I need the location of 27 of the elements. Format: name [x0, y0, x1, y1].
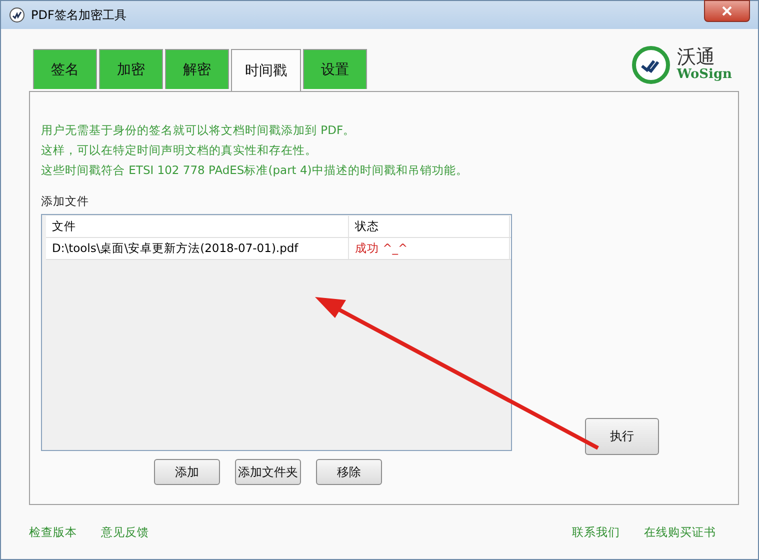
logo-brand: WoSign [676, 68, 732, 82]
app-icon [9, 7, 25, 23]
tab[interactable]: 设置 [303, 49, 367, 89]
footer-link[interactable]: 在线购买证书 [644, 524, 716, 540]
tab[interactable]: 解密 [165, 49, 229, 89]
footer-link[interactable]: 检查版本 [29, 524, 77, 540]
description-line: 用户无需基于身份的签名就可以将文档时间戳添加到 PDF。 [41, 122, 356, 139]
file-list[interactable]: 文件 状态 D:\tools\桌面\安卓更新方法(2018-07-01).pdf 成功 ^_^ [41, 214, 512, 451]
window-title: PDF签名加密工具 [31, 6, 126, 24]
file-cell: D:\tools\桌面\安卓更新方法(2018-07-01).pdf [46, 238, 349, 259]
action-button[interactable]: 移除 [316, 459, 382, 485]
close-button[interactable] [704, 0, 750, 22]
execute-button[interactable]: 执行 [585, 418, 659, 455]
action-button[interactable]: 添加文件夹 [235, 459, 301, 485]
tab[interactable]: 签名 [33, 49, 97, 89]
check-circle-icon [630, 45, 671, 85]
footer-link[interactable]: 联系我们 [572, 524, 620, 540]
tab[interactable]: 加密 [99, 49, 163, 89]
status-cell: 成功 ^_^ [349, 238, 510, 259]
footer-link[interactable]: 意见反馈 [101, 524, 149, 540]
tab[interactable]: 时间戳 [231, 49, 301, 91]
description-line: 这些时间戳符合 ETSI 102 778 PAdES标准(part 4)中描述的时间戳和吊销功能。 [41, 162, 469, 179]
file-list-label: 添加文件 [41, 194, 90, 210]
close-icon [722, 6, 732, 16]
action-button[interactable]: 添加 [154, 459, 220, 485]
description-line: 这样，可以在特定时间声明文档的真实性和存在性。 [41, 142, 318, 159]
logo-name: 沃通 [676, 48, 715, 68]
